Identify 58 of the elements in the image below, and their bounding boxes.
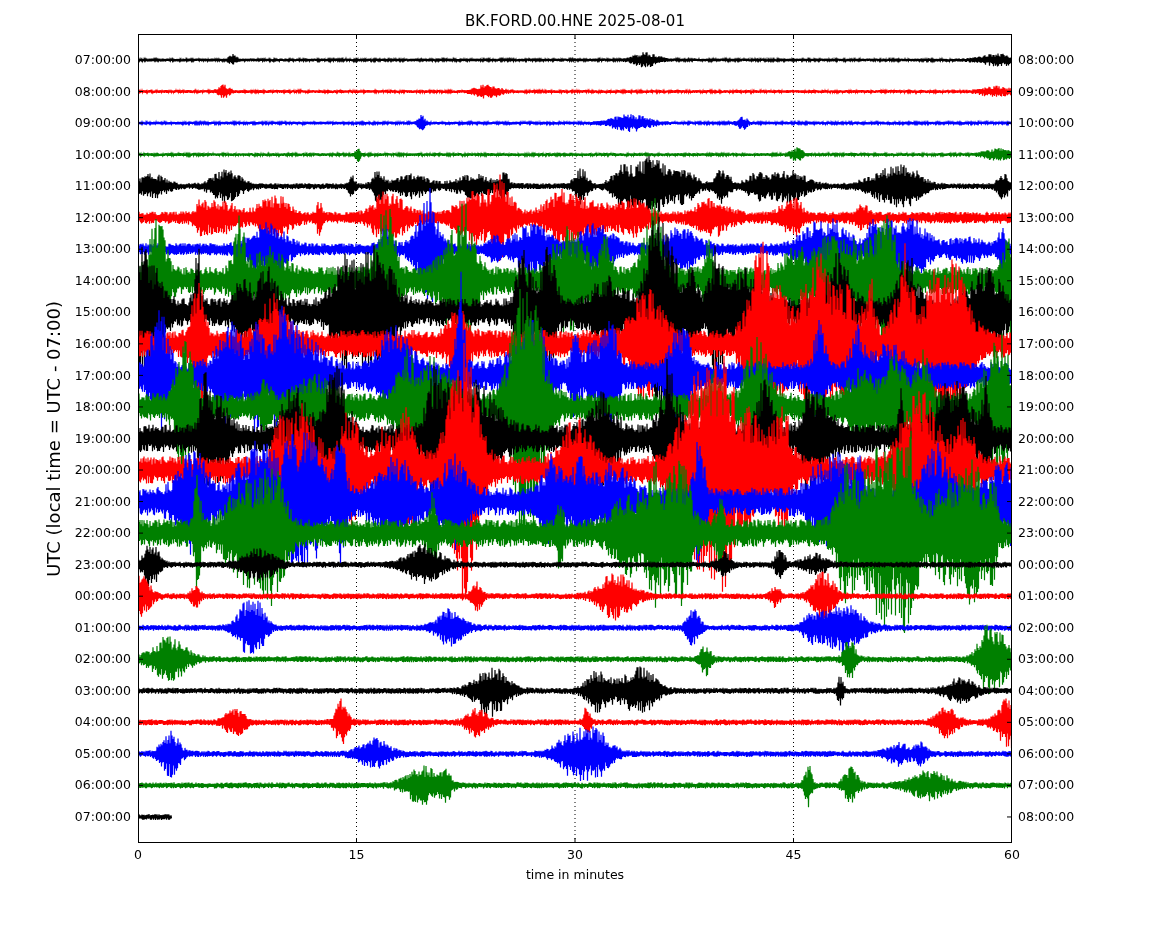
tick-label: 18:00:00 (1018, 366, 1075, 385)
tick-label: 12:00:00 (74, 208, 131, 227)
tick-label: 13:00:00 (1018, 208, 1075, 227)
tick-label: 08:00:00 (1018, 51, 1075, 70)
tick-label: 17:00:00 (1018, 335, 1075, 353)
tick-label: 21:00:00 (1018, 461, 1075, 480)
tick-label: 05:00:00 (74, 744, 131, 763)
tick-label: 45 (784, 847, 803, 862)
tick-label: 02:00:00 (1018, 618, 1075, 637)
tick-label: 17:00:00 (74, 366, 131, 385)
tick-label: 03:00:00 (1018, 650, 1075, 669)
tick-label: 13:00:00 (74, 240, 131, 259)
tick-label: 00:00:00 (1018, 555, 1075, 574)
tick-label: 09:00:00 (1018, 82, 1075, 101)
tick-label: 11:00:00 (1018, 145, 1075, 164)
tick-label: 60 (1003, 847, 1021, 862)
tick-label: 06:00:00 (74, 776, 131, 795)
tick-label: 02:00:00 (74, 650, 131, 669)
tick-label: 04:00:00 (1018, 681, 1075, 700)
axis-label: time in minutes (524, 867, 626, 882)
tick-label: 0 (133, 847, 143, 862)
tick-label: 09:00:00 (74, 114, 131, 133)
tick-label: 03:00:00 (74, 681, 131, 700)
tick-label: 05:00:00 (1018, 713, 1075, 732)
tick-label: 14:00:00 (74, 271, 131, 290)
tick-label: 14:00:00 (1018, 240, 1075, 259)
tick-label: 11:00:00 (74, 177, 131, 196)
tick-label: 16:00:00 (74, 335, 131, 353)
tick-label: 06:00:00 (1018, 744, 1075, 763)
tick-label: 16:00:00 (1018, 303, 1075, 322)
tick-label: 20:00:00 (74, 461, 131, 480)
tick-label: 30 (566, 847, 584, 862)
tick-label: 01:00:00 (1018, 587, 1075, 606)
tick-label: 10:00:00 (1018, 114, 1075, 133)
tick-label: 21:00:00 (74, 492, 131, 511)
tick-label: 08:00:00 (1018, 807, 1075, 826)
tick-label: 00:00:00 (74, 587, 131, 606)
tick-label: 15 (347, 847, 366, 862)
tick-label: 22:00:00 (74, 524, 131, 543)
axis-label: UTC (local time = UTC - 07:00) (42, 300, 64, 577)
tick-label: 19:00:00 (74, 429, 131, 448)
tick-label: 23:00:00 (74, 555, 131, 574)
tick-label: 07:00:00 (1018, 776, 1075, 795)
tick-label: 07:00:00 (74, 51, 131, 70)
tick-label: 18:00:00 (74, 398, 131, 417)
tick-label: 22:00:00 (1018, 492, 1075, 511)
chart-title: BK.FORD.00.HNE 2025-08-01 (464, 11, 686, 32)
tick-label: 01:00:00 (74, 618, 131, 637)
tick-label: 20:00:00 (1018, 429, 1075, 448)
tick-label: 19:00:00 (1018, 398, 1075, 417)
tick-label: 08:00:00 (74, 82, 131, 101)
tick-label: 23:00:00 (1018, 524, 1075, 543)
tick-label: 10:00:00 (74, 145, 131, 164)
tick-label: 15:00:00 (1018, 271, 1075, 290)
tick-label: 12:00:00 (1018, 177, 1075, 196)
tick-label: 15:00:00 (74, 303, 131, 322)
tick-label: 07:00:00 (74, 807, 131, 826)
tick-label: 04:00:00 (74, 713, 131, 732)
